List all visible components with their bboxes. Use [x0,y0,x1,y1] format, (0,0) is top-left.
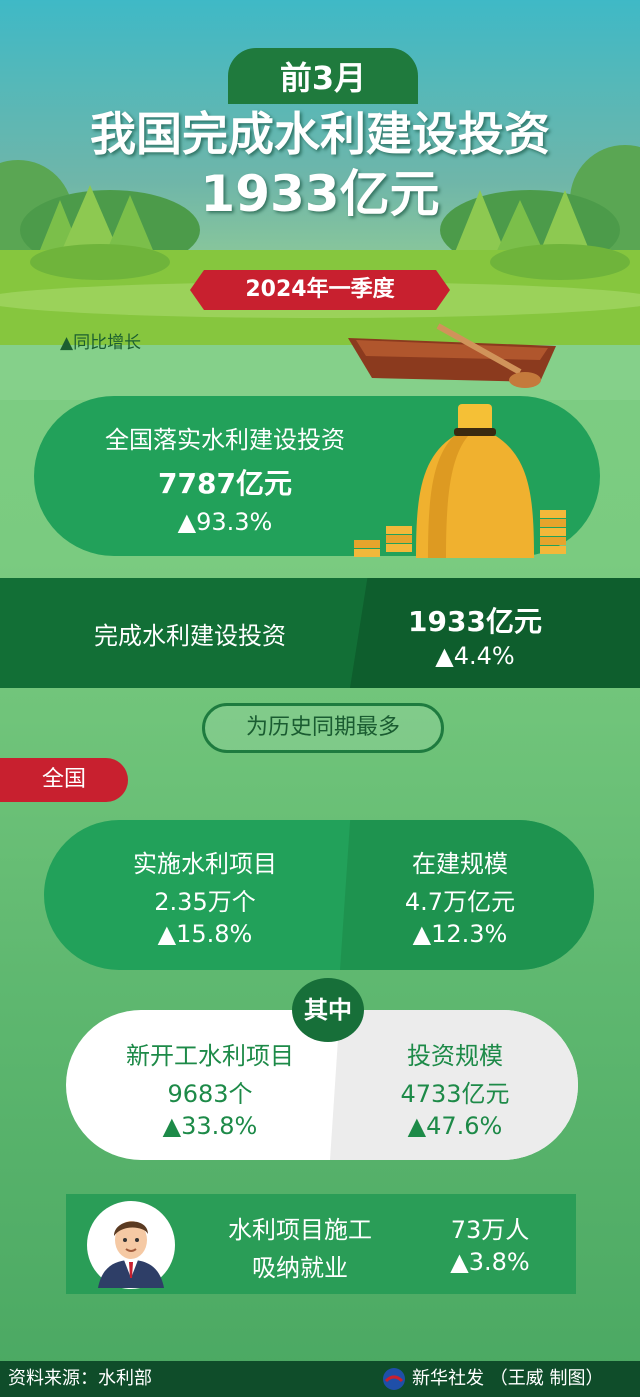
projects-label: 实施水利项目 [133,850,277,878]
source-note: 资料来源：水利部 [8,1368,152,1389]
new-projects-label: 新开工水利项目 [126,1042,294,1070]
construction-scale-value: 4.7万亿元 [404,888,516,916]
headline-value: 1933亿元 [200,165,440,223]
infographic: 前3月 我国完成水利建设投资 1933亿元 2024年一季度 ▲同比增长 全国落… [0,0,640,1397]
historic-note: 为历史同期最多 [202,703,444,753]
employment-value: 73万人 [450,1216,530,1244]
projects-value: 2.35万个 [154,888,256,916]
completed-label: 完成水利建设投资 [94,622,286,650]
projects-growth: ▲15.8% [157,920,253,948]
investment-scale-label: 投资规模 [407,1042,503,1070]
national-implemented-label: 全国落实水利建设投资 [105,426,345,454]
national-implemented-growth: ▲93.3% [177,508,273,536]
period-ribbon: 2024年一季度 [190,270,450,310]
national-implemented-value: 7787亿元 [158,467,292,500]
money-bag-icon [354,404,566,558]
construction-scale-growth: ▲12.3% [412,920,508,948]
publisher-credit: 新华社发 （王威 制图） [412,1368,604,1389]
new-projects-value: 9683个 [167,1080,253,1108]
completed-value: 1933亿元 [408,605,542,638]
worker-avatar-icon [87,1201,175,1289]
investment-scale-growth: ▲47.6% [407,1112,503,1140]
construction-scale-label: 在建规模 [412,850,508,878]
employment-growth: ▲3.8% [450,1248,530,1276]
investment-scale-value: 4733亿元 [400,1080,510,1108]
page-title: 我国完成水利建设投资 [90,107,550,161]
xinhua-logo-icon [383,1368,405,1390]
among-them-badge: 其中 [292,978,364,1042]
employment-label-line2: 吸纳就业 [252,1254,348,1282]
section-tag-national: 全国 [0,758,128,802]
growth-legend: ▲同比增长 [60,333,142,353]
new-projects-growth: ▲33.8% [162,1112,258,1140]
period-badge: 前3月 [228,48,418,104]
completed-growth: ▲4.4% [435,642,515,670]
employment-label-line1: 水利项目施工 [228,1216,372,1244]
